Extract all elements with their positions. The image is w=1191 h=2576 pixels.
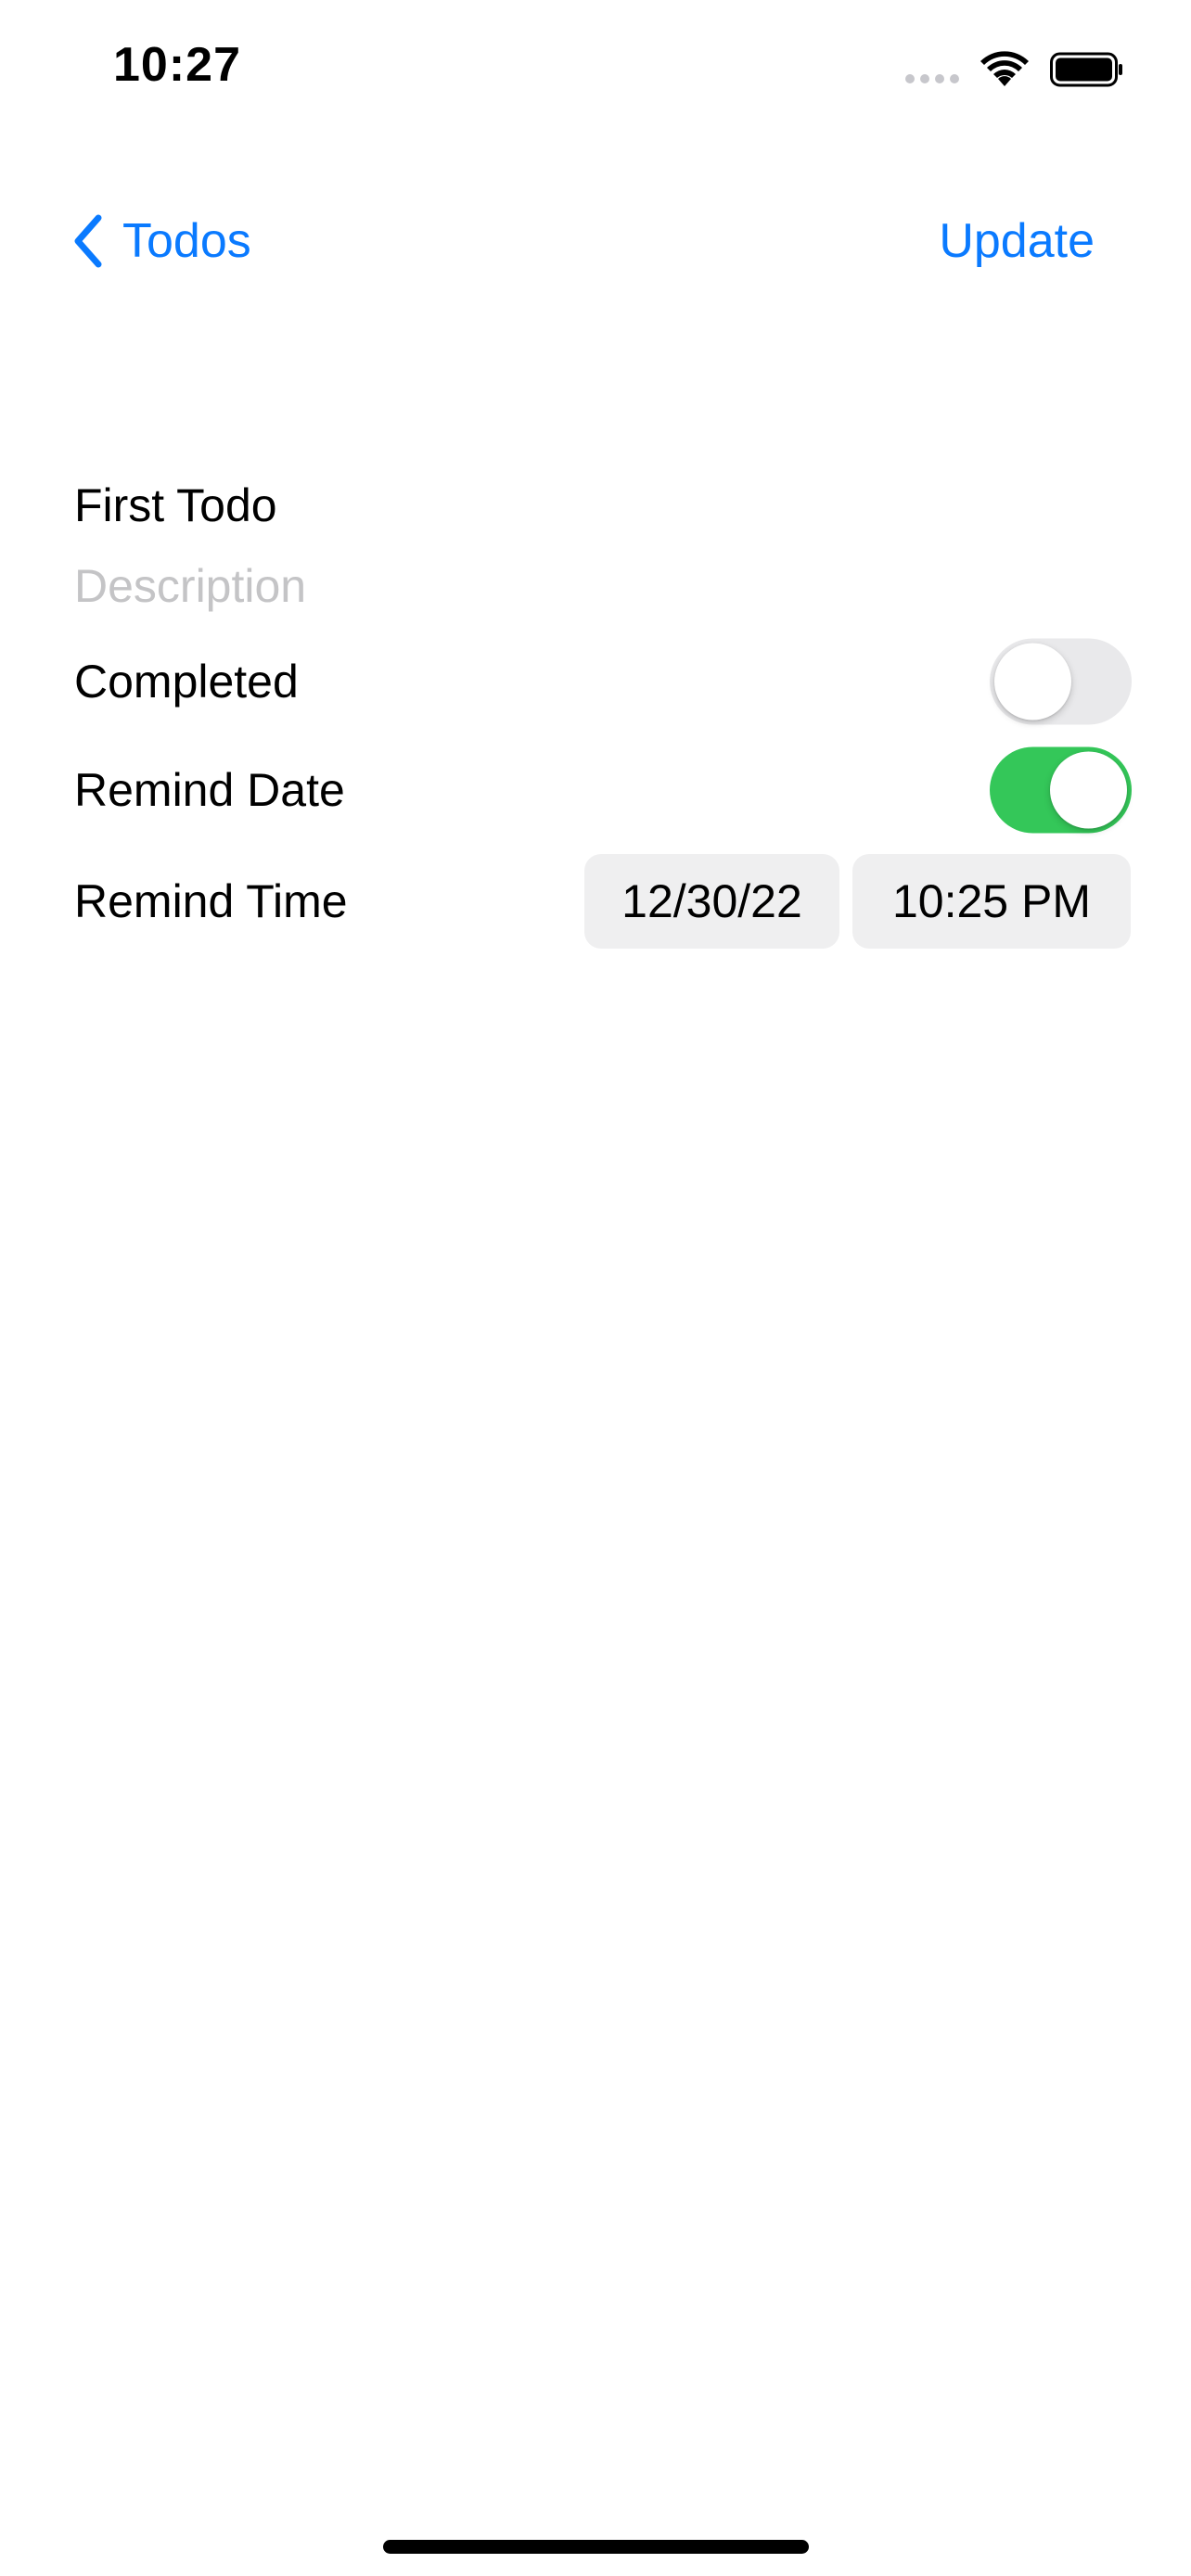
signal-icon xyxy=(905,56,959,83)
chevron-left-icon xyxy=(72,214,102,268)
back-button[interactable]: Todos xyxy=(72,204,251,278)
remind-date-label: Remind Date xyxy=(74,764,345,816)
completed-toggle[interactable] xyxy=(990,638,1132,725)
time-picker-button[interactable]: 10:25 PM xyxy=(852,854,1131,949)
status-time: 10:27 xyxy=(113,38,241,92)
remind-date-toggle[interactable] xyxy=(990,746,1132,834)
title-field[interactable] xyxy=(74,464,909,547)
remind-time-pickers: 12/30/22 10:25 PM xyxy=(584,854,1131,949)
status-icons xyxy=(905,46,1124,93)
toggle-knob xyxy=(1050,751,1127,829)
remind-time-label: Remind Time xyxy=(74,875,348,927)
toggle-knob xyxy=(994,643,1071,721)
description-field[interactable] xyxy=(74,549,909,623)
back-button-label: Todos xyxy=(122,214,251,268)
battery-icon xyxy=(1050,51,1124,88)
navigation-bar: Todos Update xyxy=(0,185,1191,297)
completed-label: Completed xyxy=(74,656,299,708)
update-button[interactable]: Update xyxy=(939,204,1095,278)
remind-time-row: Remind Time 12/30/22 10:25 PM xyxy=(74,854,1131,949)
remind-date-row: Remind Date xyxy=(74,744,1132,836)
date-picker-button[interactable]: 12/30/22 xyxy=(584,854,839,949)
home-indicator[interactable] xyxy=(383,2540,809,2554)
wifi-icon xyxy=(980,51,1030,88)
completed-row: Completed xyxy=(74,635,1132,728)
status-bar: 10:27 xyxy=(0,0,1191,139)
